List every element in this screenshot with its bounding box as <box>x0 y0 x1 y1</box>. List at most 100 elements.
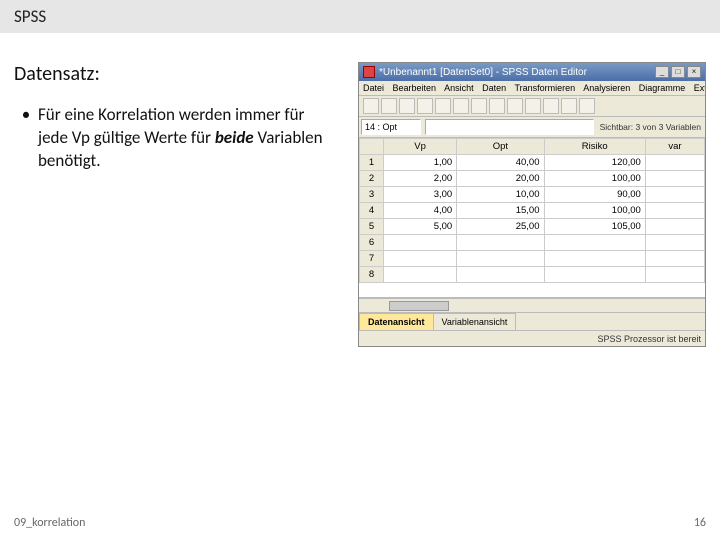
table-row[interactable]: 22,0020,00100,00 <box>360 171 705 187</box>
spss-app-icon <box>363 66 375 78</box>
bullet-emph: beide <box>215 127 254 148</box>
menu-datei[interactable]: Datei <box>363 83 384 93</box>
cell[interactable] <box>457 235 544 251</box>
cell[interactable]: 10,00 <box>457 187 544 203</box>
cell[interactable]: 90,00 <box>544 187 645 203</box>
menu-extras[interactable]: Extras <box>694 83 705 93</box>
visible-vars-label: Sichtbar: 3 von 3 Variablen <box>596 120 705 134</box>
footer-left: 09_korrelation <box>14 516 85 530</box>
cell[interactable] <box>645 235 704 251</box>
cell[interactable]: 1,00 <box>384 155 457 171</box>
cell[interactable] <box>384 235 457 251</box>
toolbar-redo-icon[interactable] <box>435 98 451 114</box>
row-header[interactable]: 1 <box>360 155 384 171</box>
col-risiko[interactable]: Risiko <box>544 139 645 155</box>
row-header[interactable]: 4 <box>360 203 384 219</box>
toolbar-print-icon[interactable] <box>399 98 415 114</box>
cell[interactable]: 5,00 <box>384 219 457 235</box>
toolbar-undo-icon[interactable] <box>417 98 433 114</box>
menu-ansicht[interactable]: Ansicht <box>444 83 474 93</box>
menu-daten[interactable]: Daten <box>482 83 506 93</box>
table-row[interactable]: 6 <box>360 235 705 251</box>
cell[interactable] <box>384 267 457 283</box>
row-header[interactable]: 7 <box>360 251 384 267</box>
slide-title-bar: SPSS <box>0 0 720 33</box>
cell[interactable]: 40,00 <box>457 155 544 171</box>
spss-menubar: Datei Bearbeiten Ansicht Daten Transform… <box>359 81 705 96</box>
toolbar-chart-icon[interactable] <box>507 98 523 114</box>
close-button[interactable]: × <box>687 66 701 78</box>
table-row[interactable]: 7 <box>360 251 705 267</box>
maximize-button[interactable]: □ <box>671 66 685 78</box>
cell[interactable] <box>645 203 704 219</box>
spss-toolbar <box>359 96 705 117</box>
toolbar-select-icon[interactable] <box>561 98 577 114</box>
cell[interactable] <box>384 251 457 267</box>
window-buttons: _ □ × <box>655 66 701 78</box>
table-row[interactable]: 55,0025,00105,00 <box>360 219 705 235</box>
row-header[interactable]: 2 <box>360 171 384 187</box>
table-row[interactable]: 44,0015,00100,00 <box>360 203 705 219</box>
row-header[interactable]: 6 <box>360 235 384 251</box>
toolbar-save-icon[interactable] <box>381 98 397 114</box>
cell[interactable]: 2,00 <box>384 171 457 187</box>
bullet-item: • Für eine Korrelation werden immer für … <box>14 104 334 173</box>
cell[interactable] <box>544 267 645 283</box>
menu-bearbeiten[interactable]: Bearbeiten <box>393 83 437 93</box>
menu-transformieren[interactable]: Transformieren <box>515 83 576 93</box>
cell[interactable] <box>645 251 704 267</box>
menu-diagramme[interactable]: Diagramme <box>639 83 686 93</box>
cell[interactable] <box>645 171 704 187</box>
toolbar-labels-icon[interactable] <box>579 98 595 114</box>
cell[interactable] <box>544 251 645 267</box>
toolbar-vars-icon[interactable] <box>525 98 541 114</box>
toolbar-open-icon[interactable] <box>363 98 379 114</box>
toolbar-weight-icon[interactable] <box>543 98 559 114</box>
table-row[interactable]: 33,0010,0090,00 <box>360 187 705 203</box>
cell[interactable]: 120,00 <box>544 155 645 171</box>
toolbar-find-icon[interactable] <box>471 98 487 114</box>
col-var[interactable]: var <box>645 139 704 155</box>
cell[interactable] <box>645 187 704 203</box>
row-header[interactable]: 3 <box>360 187 384 203</box>
tab-datenansicht[interactable]: Datenansicht <box>359 313 434 330</box>
cell[interactable] <box>544 235 645 251</box>
table-row[interactable]: 8 <box>360 267 705 283</box>
menu-analysieren[interactable]: Analysieren <box>583 83 630 93</box>
cell[interactable] <box>645 267 704 283</box>
scrollbar-thumb[interactable] <box>389 301 449 311</box>
cell[interactable]: 20,00 <box>457 171 544 187</box>
slide-footer: 09_korrelation 16 <box>14 516 706 530</box>
status-text: SPSS Prozessor ist bereit <box>597 334 701 344</box>
spss-titlebar[interactable]: *Unbenannt1 [DatenSet0] - SPSS Daten Edi… <box>359 63 705 81</box>
minimize-button[interactable]: _ <box>655 66 669 78</box>
toolbar-insert-icon[interactable] <box>489 98 505 114</box>
spss-window-title: *Unbenannt1 [DatenSet0] - SPSS Daten Edi… <box>379 67 651 78</box>
bullet-dot: • <box>14 104 38 173</box>
col-vp[interactable]: Vp <box>384 139 457 155</box>
cell[interactable]: 105,00 <box>544 219 645 235</box>
cell[interactable]: 25,00 <box>457 219 544 235</box>
corner-cell <box>360 139 384 155</box>
cell[interactable]: 3,00 <box>384 187 457 203</box>
col-opt[interactable]: Opt <box>457 139 544 155</box>
table-row[interactable]: 11,0040,00120,00 <box>360 155 705 171</box>
cell[interactable]: 15,00 <box>457 203 544 219</box>
cell[interactable] <box>645 155 704 171</box>
tab-variablenansicht[interactable]: Variablenansicht <box>433 313 517 330</box>
cell[interactable]: 4,00 <box>384 203 457 219</box>
horizontal-scrollbar[interactable] <box>359 298 705 312</box>
row-header[interactable]: 8 <box>360 267 384 283</box>
active-cell-value[interactable] <box>425 119 594 135</box>
cell[interactable]: 100,00 <box>544 203 645 219</box>
active-cell-name[interactable]: 14 : Opt <box>361 119 421 135</box>
cell[interactable] <box>457 251 544 267</box>
row-header[interactable]: 5 <box>360 219 384 235</box>
column-headers: Vp Opt Risiko var <box>360 139 705 155</box>
slide-title: SPSS <box>14 6 46 27</box>
cell[interactable]: 100,00 <box>544 171 645 187</box>
toolbar-goto-icon[interactable] <box>453 98 469 114</box>
cell[interactable] <box>645 219 704 235</box>
cell[interactable] <box>457 267 544 283</box>
data-grid[interactable]: Vp Opt Risiko var 11,0040,00120,00 22,00… <box>359 138 705 283</box>
